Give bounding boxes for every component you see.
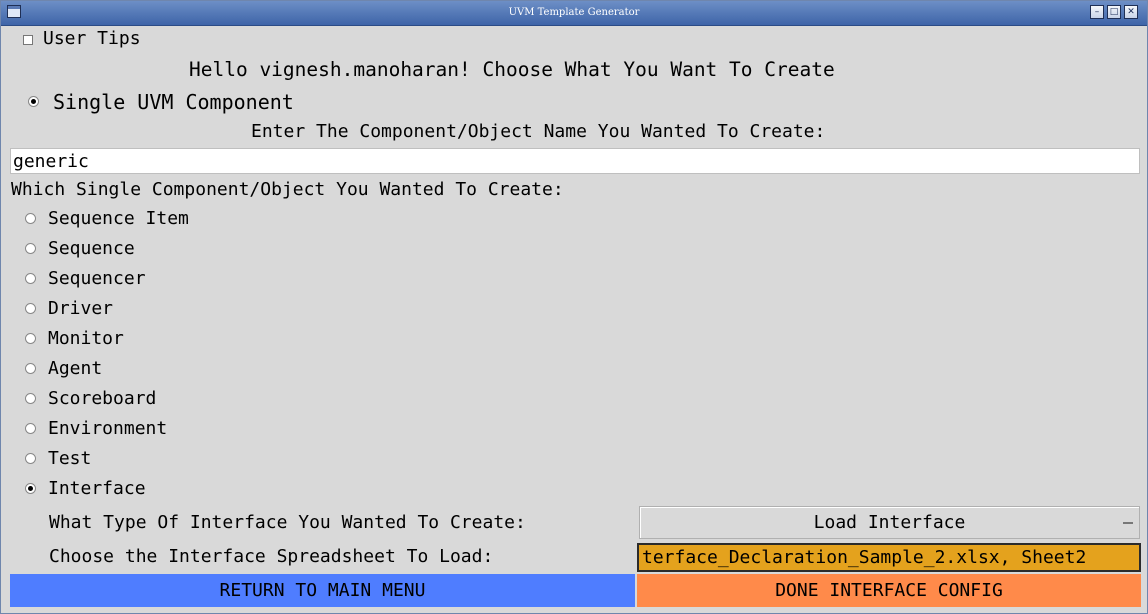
spreadsheet-prompt: Choose the Interface Spreadsheet To Load…: [49, 546, 494, 567]
component-name-input[interactable]: generic: [10, 148, 1140, 174]
monitor-label: Monitor: [48, 328, 124, 349]
driver-radio[interactable]: [25, 303, 36, 314]
spreadsheet-file-field[interactable]: terface_Declaration_Sample_2.xlsx, Sheet…: [637, 543, 1141, 572]
interface-type-prompt: What Type Of Interface You Wanted To Cre…: [49, 512, 526, 533]
which-component-prompt: Which Single Component/Object You Wanted…: [11, 179, 564, 200]
scoreboard-label: Scoreboard: [48, 388, 157, 409]
close-icon[interactable]: ✕: [1124, 5, 1138, 19]
sequence-item-label: Sequence Item: [48, 208, 189, 229]
agent-label: Agent: [48, 358, 103, 379]
dropdown-arrow-icon: [1123, 522, 1133, 524]
sequencer-radio[interactable]: [25, 273, 36, 284]
sequencer-label: Sequencer: [48, 268, 146, 289]
sequence-item-radio[interactable]: [25, 213, 36, 224]
user-tips-checkbox[interactable]: [23, 35, 33, 45]
sequence-label: Sequence: [48, 238, 135, 259]
window-title: UVM Template Generator: [508, 7, 640, 18]
done-interface-config-button[interactable]: DONE INTERFACE CONFIG: [637, 574, 1141, 607]
interface-type-dropdown[interactable]: Load Interface: [639, 506, 1140, 539]
interface-label: Interface: [48, 478, 146, 499]
interface-radio[interactable]: [25, 483, 36, 494]
environment-label: Environment: [48, 418, 168, 439]
return-to-main-menu-button[interactable]: RETURN TO MAIN MENU: [10, 574, 635, 607]
scoreboard-radio[interactable]: [25, 393, 36, 404]
title-bar[interactable]: UVM Template Generator – □ ✕: [1, 1, 1147, 26]
monitor-radio[interactable]: [25, 333, 36, 344]
test-radio[interactable]: [25, 453, 36, 464]
environment-radio[interactable]: [25, 423, 36, 434]
greeting-heading: Hello vignesh.manoharan! Choose What You…: [189, 58, 835, 81]
sequence-radio[interactable]: [25, 243, 36, 254]
interface-type-value: Load Interface: [813, 512, 966, 533]
single-component-radio[interactable]: [28, 96, 39, 107]
name-prompt: Enter The Component/Object Name You Want…: [251, 121, 826, 142]
driver-label: Driver: [48, 298, 114, 319]
test-label: Test: [48, 448, 92, 469]
agent-radio[interactable]: [25, 363, 36, 374]
user-tips-label: User Tips: [43, 28, 141, 49]
minimize-icon[interactable]: –: [1090, 5, 1104, 19]
single-component-label: Single UVM Component: [53, 90, 294, 114]
app-window: UVM Template Generator – □ ✕ User Tips H…: [0, 0, 1148, 614]
maximize-icon[interactable]: □: [1107, 5, 1121, 19]
